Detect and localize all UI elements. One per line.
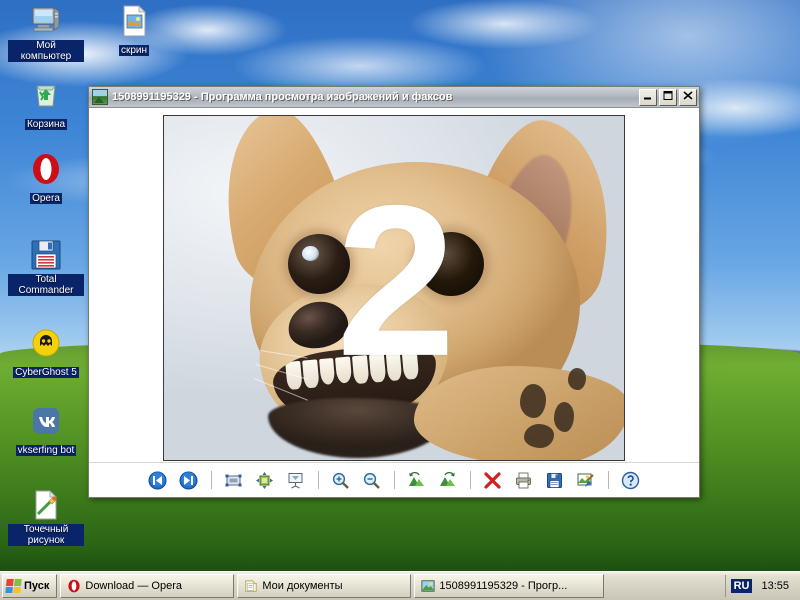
minimize-button[interactable]: [639, 88, 657, 106]
next-icon: [179, 471, 198, 489]
edit-image-button[interactable]: [573, 467, 599, 493]
save-as-button[interactable]: [542, 467, 568, 493]
window-titlebar[interactable]: 1508991195329 - Программа просмотра изоб…: [89, 87, 699, 108]
windows-flag-icon: [5, 579, 22, 593]
rotate-ccw-button[interactable]: [404, 467, 430, 493]
desktop-icon-label: Total Commander: [8, 274, 84, 296]
desktop-icon-label: скрин: [118, 45, 150, 56]
print-button[interactable]: [511, 467, 537, 493]
folder-icon: [245, 580, 258, 592]
desktop-icon-my-computer[interactable]: Мой компьютер: [8, 4, 84, 64]
desktop-icon-label: Мой компьютер: [8, 40, 84, 62]
slideshow-icon: [288, 472, 303, 489]
dog-spot: [554, 402, 574, 432]
taskbar-item-my-documents[interactable]: Мои документы: [237, 574, 412, 598]
zoom-in-icon: [332, 472, 349, 489]
separator-4: [469, 471, 471, 489]
vk-icon: [33, 408, 59, 434]
photo-fax-viewer-icon: [92, 89, 108, 105]
zoom-out-icon: [363, 472, 380, 489]
best-fit-button[interactable]: [221, 467, 247, 493]
rotate-cw-button[interactable]: [435, 467, 461, 493]
desktop-icon-total-commander[interactable]: Total Commander: [8, 238, 84, 298]
window-title: 1508991195329 - Программа просмотра изоб…: [112, 91, 453, 103]
separator-5: [607, 471, 609, 489]
taskbar-item-label: Download — Opera: [85, 580, 182, 592]
taskbar-item-image-viewer[interactable]: 1508991195329 - Прогр...: [414, 574, 605, 598]
previous-icon: [148, 471, 167, 489]
dog-spot: [524, 424, 554, 448]
recycle-bin-icon: [36, 85, 56, 107]
overlay-number-text: 2: [336, 159, 456, 401]
help-icon: [621, 471, 640, 489]
rotate-ccw-icon: [409, 471, 424, 486]
desktop-icon-skrin[interactable]: скрин: [96, 4, 172, 58]
maximize-button[interactable]: [659, 88, 677, 106]
taskbar-item-label: Мои документы: [262, 580, 343, 592]
delete-button[interactable]: [480, 467, 506, 493]
printer-icon: [516, 472, 531, 488]
displayed-image[interactable]: 2: [163, 115, 625, 461]
best-fit-icon: [225, 474, 242, 486]
image-viewer-window[interactable]: 1508991195329 - Программа просмотра изоб…: [88, 86, 700, 498]
desktop-icon-recycle-bin[interactable]: Корзина: [8, 78, 84, 132]
close-icon: [683, 90, 693, 100]
desktop-icon-opera[interactable]: Opera: [8, 152, 84, 206]
close-button[interactable]: [679, 88, 697, 106]
language-indicator[interactable]: RU: [730, 579, 753, 593]
maximize-icon: [663, 90, 673, 100]
desktop-icon-label: CyberGhost 5: [13, 367, 79, 378]
edit-image-icon: [577, 473, 594, 487]
taskbar-item-label: 1508991195329 - Прогр...: [439, 580, 568, 592]
desktop-icon-label: Opera: [30, 193, 62, 204]
photo-fax-viewer-icon: [421, 580, 435, 592]
picture-file-icon: [123, 5, 146, 37]
desktop-icon-label: Корзина: [24, 119, 68, 130]
next-image-button[interactable]: [176, 467, 202, 493]
previous-image-button[interactable]: [145, 467, 171, 493]
actual-size-icon: [256, 471, 273, 489]
actual-size-button[interactable]: [252, 467, 278, 493]
slideshow-button[interactable]: [283, 467, 309, 493]
taskbar-clock[interactable]: 13:55: [757, 580, 793, 592]
zoom-out-button[interactable]: [359, 467, 385, 493]
desktop-icon-label: vkserfing bot: [15, 445, 77, 456]
opera-icon: [33, 154, 59, 184]
taskbar: Пуск Download — Opera Мои документы 1508…: [0, 571, 800, 600]
paint-bitmap-icon: [35, 490, 57, 520]
delete-x-icon: [484, 471, 501, 489]
opera-icon: [68, 579, 80, 593]
separator-2: [317, 471, 319, 489]
desktop-screen: Мой компьютер скрин Корзина Opera Total …: [0, 0, 800, 600]
desktop-icon-bitmap-paint[interactable]: Точечный рисунок: [8, 488, 84, 548]
dog-spot: [568, 368, 586, 390]
help-button[interactable]: [618, 467, 644, 493]
my-computer-icon: [32, 7, 60, 32]
separator-1: [210, 471, 212, 489]
cyberghost-icon: [32, 329, 60, 357]
viewer-toolbar: [89, 462, 699, 497]
dog-spot: [520, 384, 546, 418]
taskbar-item-opera[interactable]: Download — Opera: [60, 574, 235, 598]
floppy-disk-icon: [31, 240, 61, 270]
rotate-cw-icon: [440, 471, 455, 486]
system-tray: RU 13:55: [724, 575, 798, 597]
start-button[interactable]: Пуск: [2, 574, 58, 598]
minimize-icon: [644, 97, 651, 99]
chihuahua-photo: 2: [164, 116, 624, 460]
floppy-save-icon: [547, 472, 562, 488]
image-canvas-area: 2: [89, 108, 699, 462]
desktop-icon-cyberghost[interactable]: CyberGhost 5: [8, 326, 84, 380]
desktop-icon-vkserfing-bot[interactable]: vkserfing bot: [8, 404, 84, 458]
desktop-icon-label: Точечный рисунок: [8, 524, 84, 546]
start-button-label: Пуск: [24, 580, 50, 592]
zoom-in-button[interactable]: [328, 467, 354, 493]
separator-3: [393, 471, 395, 489]
